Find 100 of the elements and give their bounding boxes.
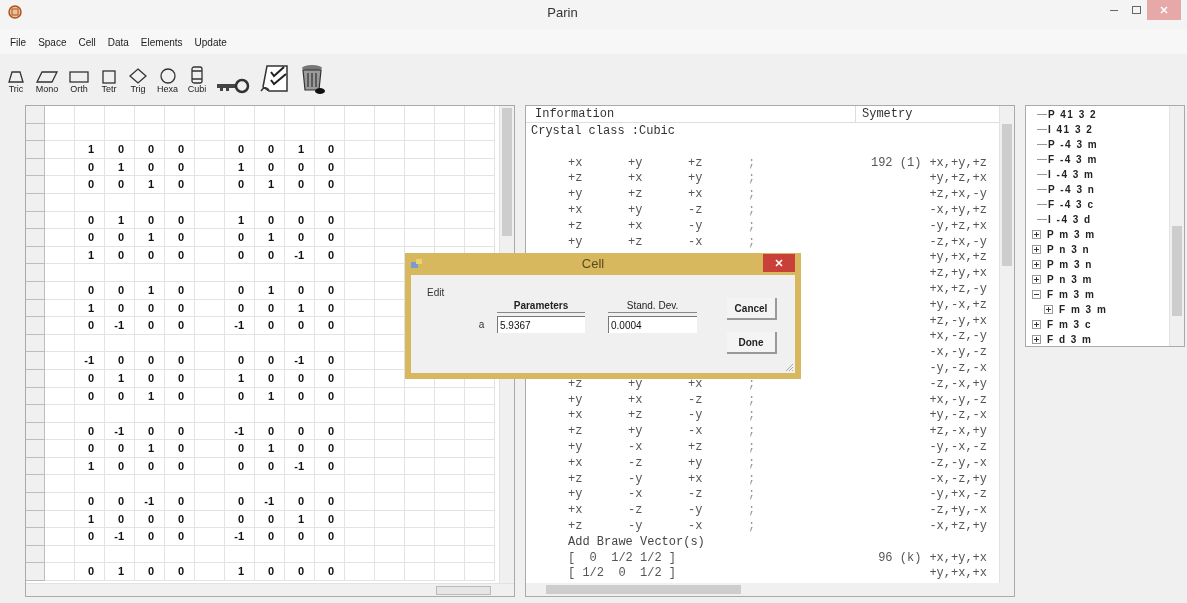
operation-text: -z [628,503,644,519]
table-cell: 1 [255,387,285,406]
operation-text: +z [628,187,644,203]
table-cell: 1 [255,229,285,247]
table-cell: 0 [255,528,285,546]
operation-text: -y [688,503,704,519]
symmetry-text: +y,+x,+x [929,566,987,583]
table-cell: 0 [225,281,255,300]
table-cell: 0 [315,369,345,388]
separator-text: ; [748,171,757,188]
table-cell: 0 [285,440,315,458]
table-cell: 1 [225,563,255,582]
table-cell: 0 [285,158,315,177]
operation-text: +z [568,518,584,535]
operation-text: +x [628,392,644,409]
table-cell: 0 [315,211,345,230]
table-cell: 0 [75,422,105,441]
table-cell: 0 [135,510,165,529]
table-cell: 0 [105,493,135,511]
operation-text: +z [568,218,584,235]
table-cell: 0 [315,563,345,582]
column-header: Parameters [497,299,585,313]
operation-text: +y [688,171,704,188]
table-cell: 1 [255,176,285,194]
operation-text: +x [688,376,704,393]
separator-text: ; [748,234,757,251]
brave-vector-title: Add Brawe Vector(s) [568,534,705,549]
table-cell: -1 [135,493,165,511]
table-cell: 1 [105,369,135,388]
table-cell: 0 [315,281,345,300]
table-cell: 0 [135,422,165,441]
table-cell: 1 [105,563,135,582]
separator-text: ; [748,392,757,409]
operation-text: +z [688,439,704,456]
operation-text: -z [688,203,704,219]
table-cell: 0 [165,528,195,546]
table-cell: 1 [225,211,255,230]
table-cell: 0 [315,493,345,511]
symmetry-text: -y,+x,-z [929,487,987,504]
table-cell: 0 [225,440,255,458]
parameter-label: a [477,318,486,332]
table-cell: 1 [135,440,165,458]
symmetry-text: -z,-y,-x [929,455,987,472]
multiplicity-text: 192 (1) [870,155,922,172]
table-cell: -1 [255,493,285,511]
table-cell: 0 [135,158,165,177]
table-cell: 0 [315,422,345,441]
table-cell: 0 [285,563,315,582]
table-cell: 0 [105,387,135,406]
table-cell: 0 [285,229,315,247]
table-cell: 0 [135,246,165,265]
operation-text: +y [568,439,584,456]
table-cell: 0 [135,211,165,230]
operation-text: +y [628,155,644,172]
operation-text: -z [688,487,704,504]
window-title: Parin [547,4,578,23]
table-cell: 0 [135,299,165,318]
table-cell: 0 [165,457,195,476]
table-cell: 0 [225,352,255,370]
table-cell: 0 [75,387,105,406]
table-cell: 0 [165,229,195,247]
crystal-class-text: Crystal class :Cubic [531,124,676,138]
table-cell: 0 [165,422,195,441]
operation-text: +x [568,408,584,425]
table-cell: 0 [75,563,105,582]
table-cell: 0 [135,457,165,476]
table-cell: 0 [105,299,135,318]
separator-text: ; [748,487,757,504]
operation-text: +x [568,155,584,172]
table-cell: 1 [75,299,105,318]
table-cell: 0 [285,387,315,406]
table-cell: 0 [315,510,345,529]
table-cell: 0 [315,299,345,318]
table-cell: 0 [285,528,315,546]
table-cell: 0 [255,352,285,370]
table-cell: 0 [255,211,285,230]
table-cell: 1 [75,457,105,476]
table-cell: -1 [225,422,255,441]
symmetry-text: +z,-y,+x [929,313,987,330]
table-cell: 0 [225,299,255,318]
symmetry-text: -x,+y,+z [929,203,987,219]
table-cell: 1 [225,369,255,388]
table-cell: -1 [75,352,105,370]
symmetry-text: -z,+x,-y [929,234,987,251]
separator-text: ; [748,503,757,519]
table-cell: 0 [255,563,285,582]
table-cell: 0 [165,387,195,406]
table-cell: 1 [75,510,105,529]
table-cell: 0 [135,528,165,546]
symmetry-text: +z,-x,+y [929,424,987,440]
operation-text: -x [628,439,644,456]
operation-text: +z [568,376,584,393]
table-cell: 0 [315,229,345,247]
operation-text: +z [628,234,644,251]
table-cell: 1 [135,176,165,194]
table-cell: 0 [225,387,255,406]
symmetry-text: +x,+y,+z [929,155,987,172]
table-cell: -1 [105,317,135,335]
dialog-title: Cell [581,255,605,274]
symmetry-text: +y,+x,+z [929,250,987,267]
